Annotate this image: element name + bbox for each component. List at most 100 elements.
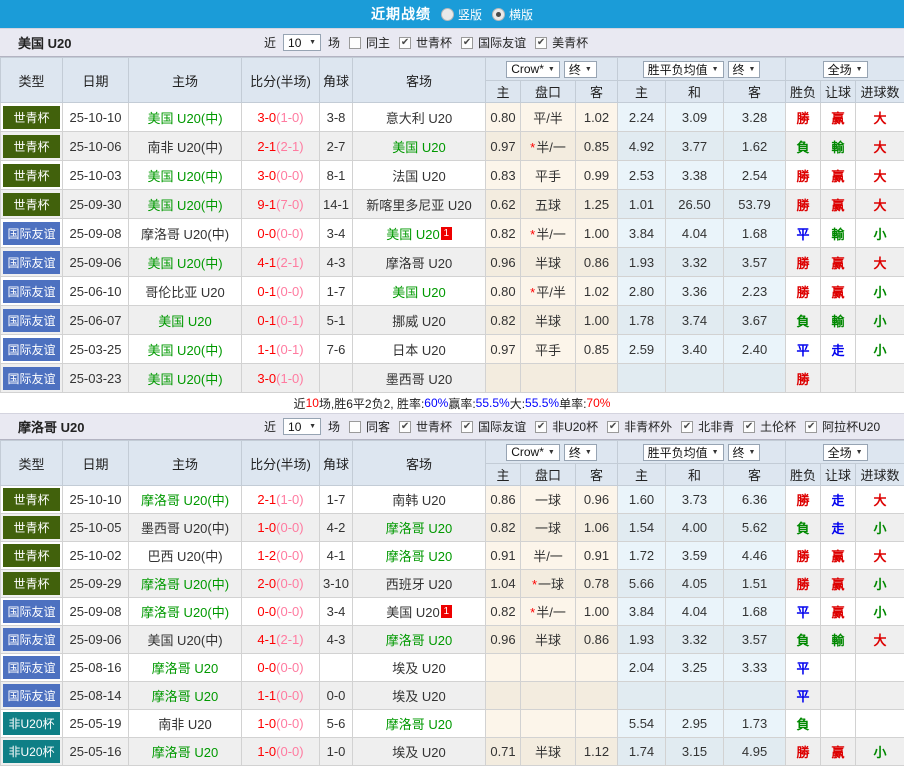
away-team-cell: 美国 U201: [353, 598, 486, 626]
score-cell: 9-1(7-0): [242, 190, 320, 219]
score-cell: 1-1(0-1): [242, 335, 320, 364]
result-goals-cell: 小: [856, 277, 904, 306]
handicap-cell: *半/一: [521, 219, 576, 248]
odds-home-cell: [486, 710, 521, 738]
competition-type-badge: 国际友谊: [3, 280, 60, 303]
odds-away-cell: 1.02: [576, 103, 618, 132]
filter-bar: 近10▼场同主世青杯国际友谊美青杯: [262, 34, 590, 51]
mean-home-cell: 5.54: [618, 710, 666, 738]
result-handicap-cell: 赢: [821, 738, 856, 766]
scope-select[interactable]: 全场▼: [823, 61, 868, 78]
odds-provider-select[interactable]: Crow*▼: [506, 61, 560, 78]
competition-checkbox[interactable]: [743, 421, 755, 433]
mean-type-select[interactable]: 胜平负均值▼: [643, 444, 724, 461]
result-wdl-cell: 勝: [786, 277, 821, 306]
odds-home-cell: 0.62: [486, 190, 521, 219]
competition-checkbox[interactable]: [535, 421, 547, 433]
chevron-down-icon: ▼: [712, 449, 719, 456]
score-cell: 0-0(0-0): [242, 654, 320, 682]
match-row: 世青杯25-09-30美国 U20(中)9-1(7-0)14-1新喀里多尼亚 U…: [1, 190, 904, 219]
competition-checkbox[interactable]: [805, 421, 817, 433]
handicap-cell: *平/半: [521, 277, 576, 306]
odds-stage-select[interactable]: 终▼: [564, 444, 597, 461]
competition-type-badge: 世青杯: [3, 193, 60, 216]
recent-count-select[interactable]: 10▼: [283, 418, 321, 435]
competition-checkbox[interactable]: [461, 421, 473, 433]
home-team-cell: 墨西哥 U20(中): [129, 514, 242, 542]
same-venue-checkbox[interactable]: [349, 37, 361, 49]
star-marker: *: [530, 285, 535, 300]
odds-stage-select[interactable]: 终▼: [564, 61, 597, 78]
result-handicap-cell: 赢: [821, 598, 856, 626]
competition-checkbox[interactable]: [681, 421, 693, 433]
mean-stage-select[interactable]: 终▼: [728, 444, 761, 461]
competition-checkbox[interactable]: [461, 37, 473, 49]
match-date-cell: 25-10-02: [63, 542, 129, 570]
odds-home-cell: 0.82: [486, 219, 521, 248]
score-cell: 4-1(2-1): [242, 626, 320, 654]
mean-home-cell: 1.78: [618, 306, 666, 335]
competition-checkbox[interactable]: [535, 37, 547, 49]
team-name: 美国 U20(中): [147, 343, 222, 358]
odds-home-cell: [486, 682, 521, 710]
odds-provider-select[interactable]: Crow*▼: [506, 444, 560, 461]
mean-stage-select[interactable]: 终▼: [728, 61, 761, 78]
mean-away-cell: 3.57: [724, 626, 786, 654]
team-title: 摩洛哥 U20: [0, 417, 262, 436]
odds-home-cell: 0.71: [486, 738, 521, 766]
competition-label: 国际友谊: [478, 418, 526, 435]
result-goals-cell: 大: [856, 626, 904, 654]
mean-home-cell: 1.93: [618, 626, 666, 654]
match-date-cell: 25-10-03: [63, 161, 129, 190]
result-goals-cell: 小: [856, 219, 904, 248]
result-wdl-cell: 平: [786, 654, 821, 682]
result-goals-cell: [856, 710, 904, 738]
score-cell: 1-0(0-0): [242, 738, 320, 766]
vertical-view-label: 竖版: [458, 6, 482, 23]
team-name: 摩洛哥 U20: [386, 256, 452, 271]
result-handicap-cell: 赢: [821, 542, 856, 570]
mean-away-cell: 2.23: [724, 277, 786, 306]
subheader-handicap: 盘口: [521, 81, 576, 103]
corner-cell: 3-10: [320, 570, 353, 598]
match-date-cell: 25-05-16: [63, 738, 129, 766]
competition-checkbox[interactable]: [399, 421, 411, 433]
summary-line: 近10场,胜6平2负2, 胜率:60% 赢率:55.5% 大:55.5% 单率:…: [0, 393, 904, 413]
competition-checkbox[interactable]: [399, 37, 411, 49]
mean-type-select[interactable]: 胜平负均值▼: [643, 61, 724, 78]
competition-type-badge: 世青杯: [3, 106, 60, 129]
away-team-cell: 摩洛哥 U20: [353, 514, 486, 542]
odds-home-cell: 0.80: [486, 277, 521, 306]
same-venue-checkbox[interactable]: [349, 421, 361, 433]
mean-draw-cell: [666, 682, 724, 710]
vertical-view-radio[interactable]: [441, 8, 454, 21]
scope-select[interactable]: 全场▼: [823, 444, 868, 461]
match-row: 非U20杯25-05-16摩洛哥 U201-0(0-0)1-0埃及 U200.7…: [1, 738, 904, 766]
horizontal-view-radio[interactable]: [492, 8, 505, 21]
match-row: 国际友谊25-08-16摩洛哥 U200-0(0-0)埃及 U202.043.2…: [1, 654, 904, 682]
mean-away-cell: [724, 682, 786, 710]
result-wdl-cell: 負: [786, 514, 821, 542]
result-handicap-cell: 走: [821, 335, 856, 364]
full-score: 0-0: [257, 604, 276, 619]
half-score: (2-1): [276, 632, 303, 647]
team-name: 南韩 U20: [392, 493, 445, 508]
result-wdl-cell: 勝: [786, 542, 821, 570]
half-score: (1-0): [276, 110, 303, 125]
corner-cell: 1-0: [320, 738, 353, 766]
column-header-type: 类型: [1, 58, 63, 103]
section-header: 摩洛哥 U20 近10▼场同客世青杯国际友谊非U20杯非青杯外北非青土伦杯阿拉杯…: [0, 413, 904, 440]
subheader-odds-away: 客: [576, 464, 618, 486]
mean-home-cell: [618, 682, 666, 710]
competition-checkbox[interactable]: [607, 421, 619, 433]
match-type-cell: 世青杯: [1, 103, 63, 132]
mean-home-cell: 4.92: [618, 132, 666, 161]
competition-label: 美青杯: [552, 34, 588, 51]
odds-away-cell: 1.00: [576, 219, 618, 248]
half-score: (1-0): [276, 492, 303, 507]
chevron-down-icon: ▼: [749, 66, 756, 73]
team-name: 摩洛哥 U20: [386, 717, 452, 732]
away-team-cell: 法国 U20: [353, 161, 486, 190]
away-team-cell: 墨西哥 U20: [353, 364, 486, 393]
recent-count-select[interactable]: 10▼: [283, 34, 321, 51]
